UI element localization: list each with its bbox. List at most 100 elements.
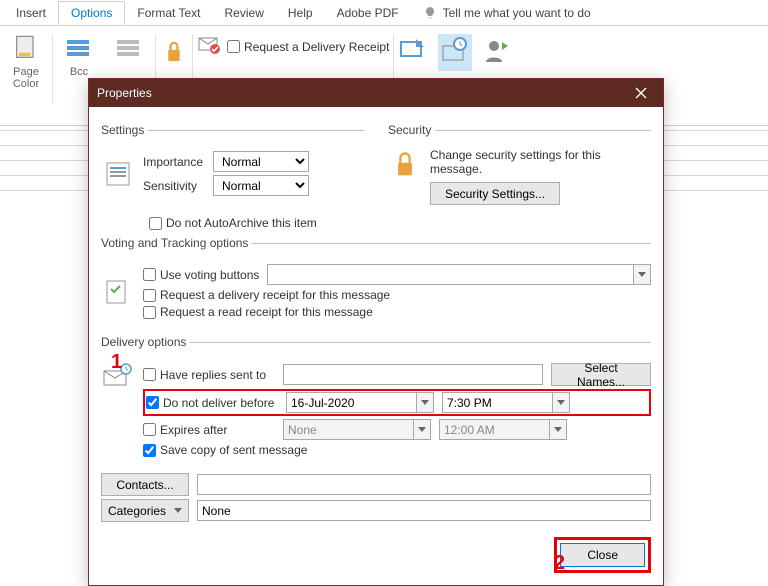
tab-insert[interactable]: Insert: [4, 2, 58, 24]
ribbon-page-color[interactable]: Page Color: [4, 30, 48, 92]
deliver-time-combo[interactable]: [442, 392, 570, 413]
expires-time-input: [439, 419, 549, 440]
have-replies-label: Have replies sent to: [160, 368, 266, 382]
tell-me-search[interactable]: Tell me what you want to do: [411, 2, 603, 24]
request-delivery-label: Request a Delivery Receipt: [244, 40, 389, 54]
have-replies-checkbox-input[interactable]: [143, 368, 156, 381]
page-color-icon: [10, 32, 42, 64]
ribbon-from[interactable]: [107, 30, 151, 66]
security-legend: Security: [388, 123, 435, 137]
tab-review[interactable]: Review: [213, 2, 276, 24]
use-voting-checkbox-input[interactable]: [143, 268, 156, 281]
do-not-deliver-checkbox[interactable]: Do not deliver before: [146, 396, 278, 410]
request-read-label: Request a read receipt for this message: [160, 305, 373, 319]
ribbon-bcc[interactable]: Bcc: [57, 30, 101, 80]
delivery-options-fieldset: Delivery options Have replies sent to Se…: [101, 335, 651, 463]
close-highlight: Close: [554, 537, 651, 573]
importance-label: Importance: [143, 155, 205, 169]
settings-fieldset: Settings Importance Normal Sensi: [101, 123, 364, 208]
settings-legend: Settings: [101, 123, 148, 137]
tell-me-label: Tell me what you want to do: [443, 6, 591, 20]
close-button[interactable]: Close: [560, 543, 645, 567]
deliver-date-dropdown[interactable]: [416, 392, 434, 413]
sensitivity-select[interactable]: Normal: [213, 175, 309, 196]
deliver-date-combo[interactable]: [286, 392, 434, 413]
dialog-close-x[interactable]: [627, 83, 655, 103]
security-settings-button[interactable]: Security Settings...: [430, 182, 560, 205]
request-delivery-checkbox-input[interactable]: [227, 40, 240, 53]
chevron-down-icon: [554, 427, 562, 433]
dialog-titlebar: Properties: [89, 79, 663, 107]
voting-buttons-input[interactable]: [267, 264, 633, 285]
use-voting-checkbox[interactable]: Use voting buttons: [143, 268, 259, 282]
expires-date-combo[interactable]: [283, 419, 431, 440]
delay-delivery-icon[interactable]: [438, 34, 472, 71]
deliver-date-input[interactable]: [286, 392, 416, 413]
deliver-time-input[interactable]: [442, 392, 552, 413]
permission-icon[interactable]: [160, 36, 188, 71]
request-delivery-checkbox-dlg-input[interactable]: [143, 289, 156, 302]
callout-1: 1: [111, 351, 122, 374]
chevron-down-icon: [418, 427, 426, 433]
bcc-icon: [63, 32, 95, 64]
voting-buttons-dropdown-btn[interactable]: [633, 264, 651, 285]
autoarchive-label: Do not AutoArchive this item: [166, 216, 317, 230]
callout-2: 2: [554, 552, 565, 575]
tab-adobe-pdf[interactable]: Adobe PDF: [325, 2, 411, 24]
expires-time-dropdown[interactable]: [549, 419, 567, 440]
from-icon: [113, 32, 145, 64]
tab-options[interactable]: Options: [58, 1, 125, 25]
categories-button[interactable]: Categories: [101, 499, 189, 522]
categories-input[interactable]: [197, 500, 651, 521]
chevron-down-icon: [638, 272, 646, 278]
do-not-deliver-row: Do not deliver before: [143, 389, 651, 416]
chevron-down-icon: [557, 400, 565, 406]
sensitivity-label: Sensitivity: [143, 179, 205, 193]
save-copy-checkbox[interactable]: Save copy of sent message: [143, 443, 307, 457]
autoarchive-checkbox-input[interactable]: [149, 217, 162, 230]
autoarchive-checkbox[interactable]: Do not AutoArchive this item: [149, 216, 317, 230]
expires-date-dropdown[interactable]: [413, 419, 431, 440]
importance-select[interactable]: Normal: [213, 151, 309, 172]
do-not-deliver-checkbox-input[interactable]: [146, 396, 159, 409]
dialog-title: Properties: [97, 86, 152, 100]
save-sent-icon[interactable]: [398, 36, 428, 69]
request-read-receipt-checkbox[interactable]: Request a read receipt for this message: [143, 305, 373, 319]
direct-replies-icon[interactable]: [482, 36, 512, 69]
do-not-deliver-label: Do not deliver before: [163, 396, 274, 410]
request-read-checkbox-input[interactable]: [143, 306, 156, 319]
select-names-button[interactable]: Select Names...: [551, 363, 651, 386]
settings-icon: [101, 157, 135, 191]
save-copy-checkbox-input[interactable]: [143, 444, 156, 457]
bcc-label: Bcc: [70, 66, 88, 78]
security-icon: [388, 148, 422, 182]
security-fieldset: Security Change security settings for th…: [388, 123, 651, 208]
have-replies-input[interactable]: [283, 364, 543, 385]
voting-tracking-legend: Voting and Tracking options: [101, 236, 252, 250]
expires-after-checkbox[interactable]: Expires after: [143, 423, 275, 437]
have-replies-checkbox[interactable]: Have replies sent to: [143, 368, 275, 382]
lightbulb-icon: [423, 6, 437, 20]
use-voting-label: Use voting buttons: [160, 268, 259, 282]
expires-date-input: [283, 419, 413, 440]
contacts-input[interactable]: [197, 474, 651, 495]
close-icon: [635, 87, 647, 99]
ribbon-tabs: Insert Options Format Text Review Help A…: [0, 0, 768, 26]
expires-time-combo[interactable]: [439, 419, 567, 440]
request-delivery-label-dlg: Request a delivery receipt for this mess…: [160, 288, 390, 302]
security-text: Change security settings for this messag…: [430, 148, 651, 176]
contacts-button[interactable]: Contacts...: [101, 473, 189, 496]
properties-dialog: Properties Settings Importance Norma: [88, 78, 664, 586]
tab-help[interactable]: Help: [276, 2, 325, 24]
request-delivery-receipt-checkbox-dlg[interactable]: Request a delivery receipt for this mess…: [143, 288, 390, 302]
save-copy-label: Save copy of sent message: [160, 443, 307, 457]
expires-after-checkbox-input[interactable]: [143, 423, 156, 436]
tab-format-text[interactable]: Format Text: [125, 2, 212, 24]
page-color-label: Page Color: [13, 66, 39, 90]
deliver-time-dropdown[interactable]: [552, 392, 570, 413]
encrypt-icon[interactable]: [197, 34, 221, 59]
request-delivery-receipt-checkbox[interactable]: Request a Delivery Receipt: [227, 40, 389, 54]
categories-button-label: Categories: [108, 504, 166, 518]
voting-buttons-combo[interactable]: [267, 264, 651, 285]
chevron-down-icon: [174, 508, 182, 514]
